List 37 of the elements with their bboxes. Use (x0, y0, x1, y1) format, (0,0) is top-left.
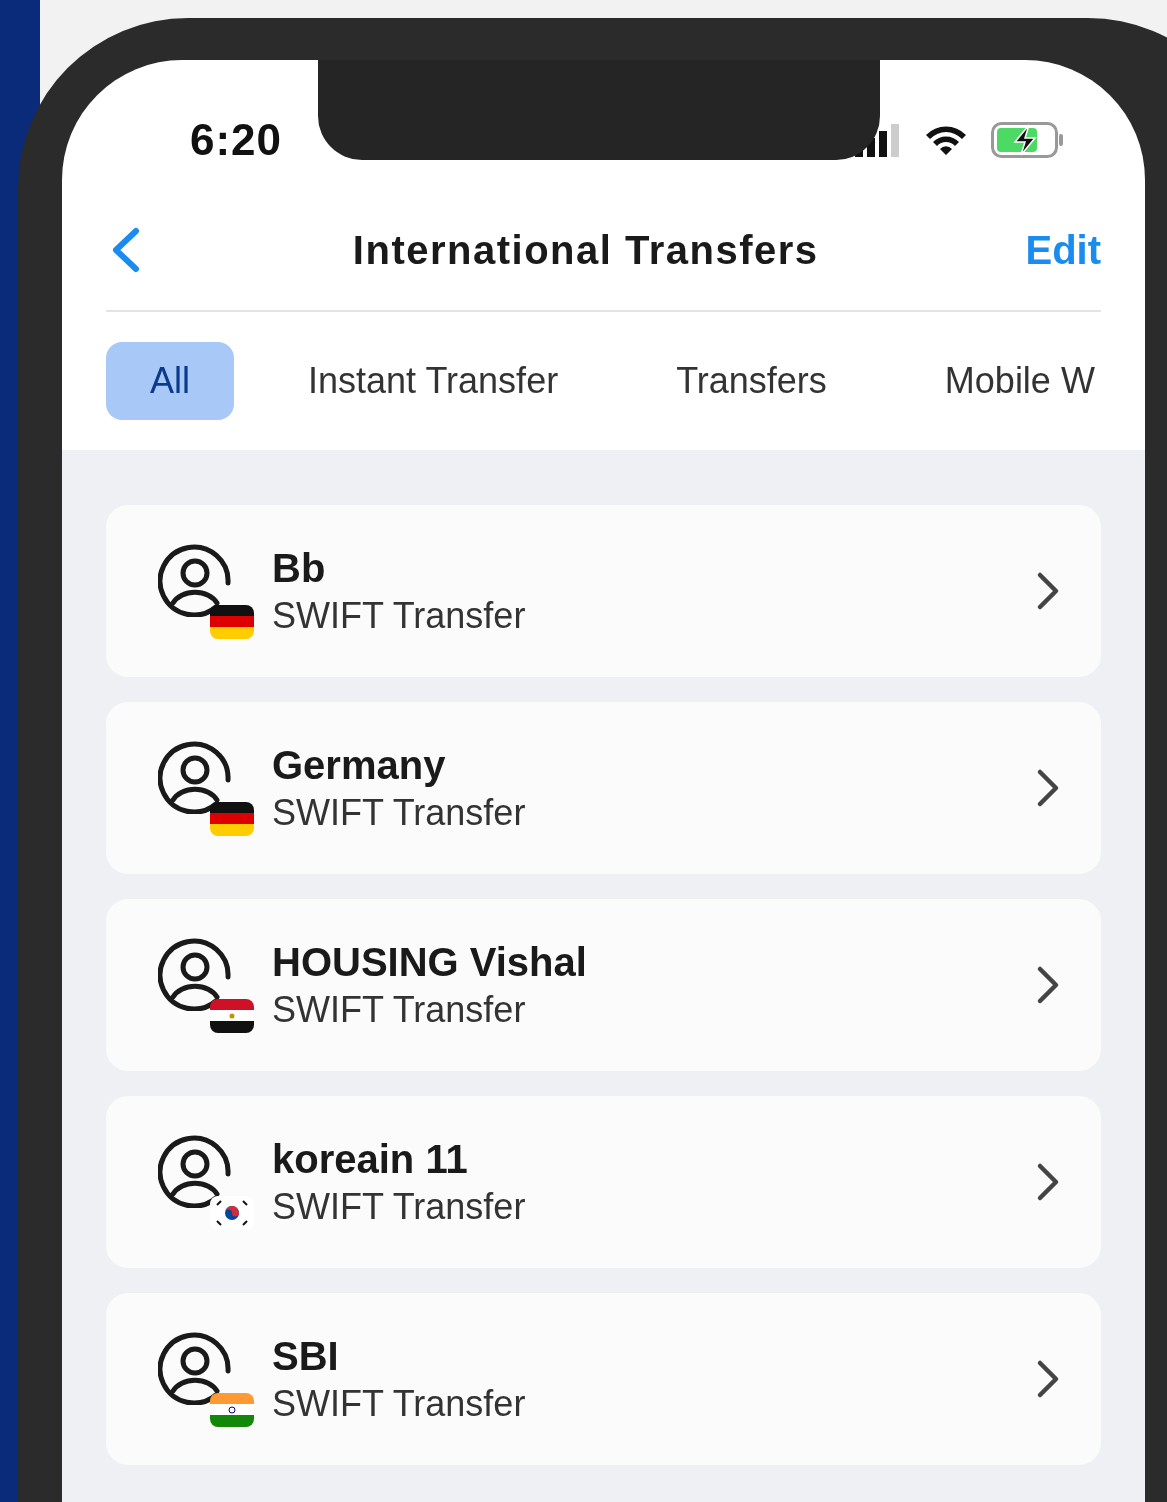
chevron-right-icon (1035, 1359, 1061, 1399)
chevron-right-icon (1035, 965, 1061, 1005)
contact-name: SBI (272, 1333, 340, 1379)
chevron-right-icon (1035, 768, 1061, 808)
filter-tab[interactable]: Mobile W (900, 342, 1095, 420)
transfer-type: SWIFT Transfer (272, 594, 527, 637)
contact-card[interactable]: HOUSING Vishal SWIFT Transfer (106, 899, 1101, 1071)
user-icon (158, 1134, 232, 1208)
india-flag-icon (210, 1393, 254, 1427)
user-icon (158, 937, 232, 1011)
user-icon (158, 740, 232, 814)
contact-name: Germany (272, 742, 447, 788)
germany-flag-icon (210, 802, 254, 836)
contact-card[interactable]: Germany SWIFT Transfer (106, 702, 1101, 874)
chevron-right-icon (1035, 571, 1061, 611)
screen-title: International Transfers (351, 227, 820, 273)
battery-charging-icon (991, 122, 1065, 158)
egypt-flag-icon (210, 999, 254, 1033)
user-icon (158, 543, 232, 617)
contact-name: HOUSING Vishal (272, 939, 588, 985)
chevron-right-icon (1035, 1162, 1061, 1202)
contact-card[interactable]: koreain 11 SWIFT Transfer (106, 1096, 1101, 1268)
contact-name: koreain 11 (272, 1136, 469, 1182)
contact-card[interactable]: SBI SWIFT Transfer (106, 1293, 1101, 1465)
filter-tab[interactable]: Instant Transfer (264, 342, 603, 420)
filter-tab[interactable]: All (106, 342, 234, 420)
contact-card[interactable]: Bb SWIFT Transfer (106, 505, 1101, 677)
status-time: 6:20 (190, 115, 283, 165)
filter-tab[interactable]: Transfers (632, 342, 871, 420)
transfer-type: SWIFT Transfer (272, 1185, 527, 1228)
transfer-type: SWIFT Transfer (272, 988, 527, 1031)
transfer-type: SWIFT Transfer (272, 1382, 527, 1425)
signal-icon (853, 123, 901, 157)
contact-name: Bb (272, 545, 327, 591)
user-icon (158, 1331, 232, 1405)
transfer-type: SWIFT Transfer (272, 791, 527, 834)
germany-flag-icon (210, 605, 254, 639)
